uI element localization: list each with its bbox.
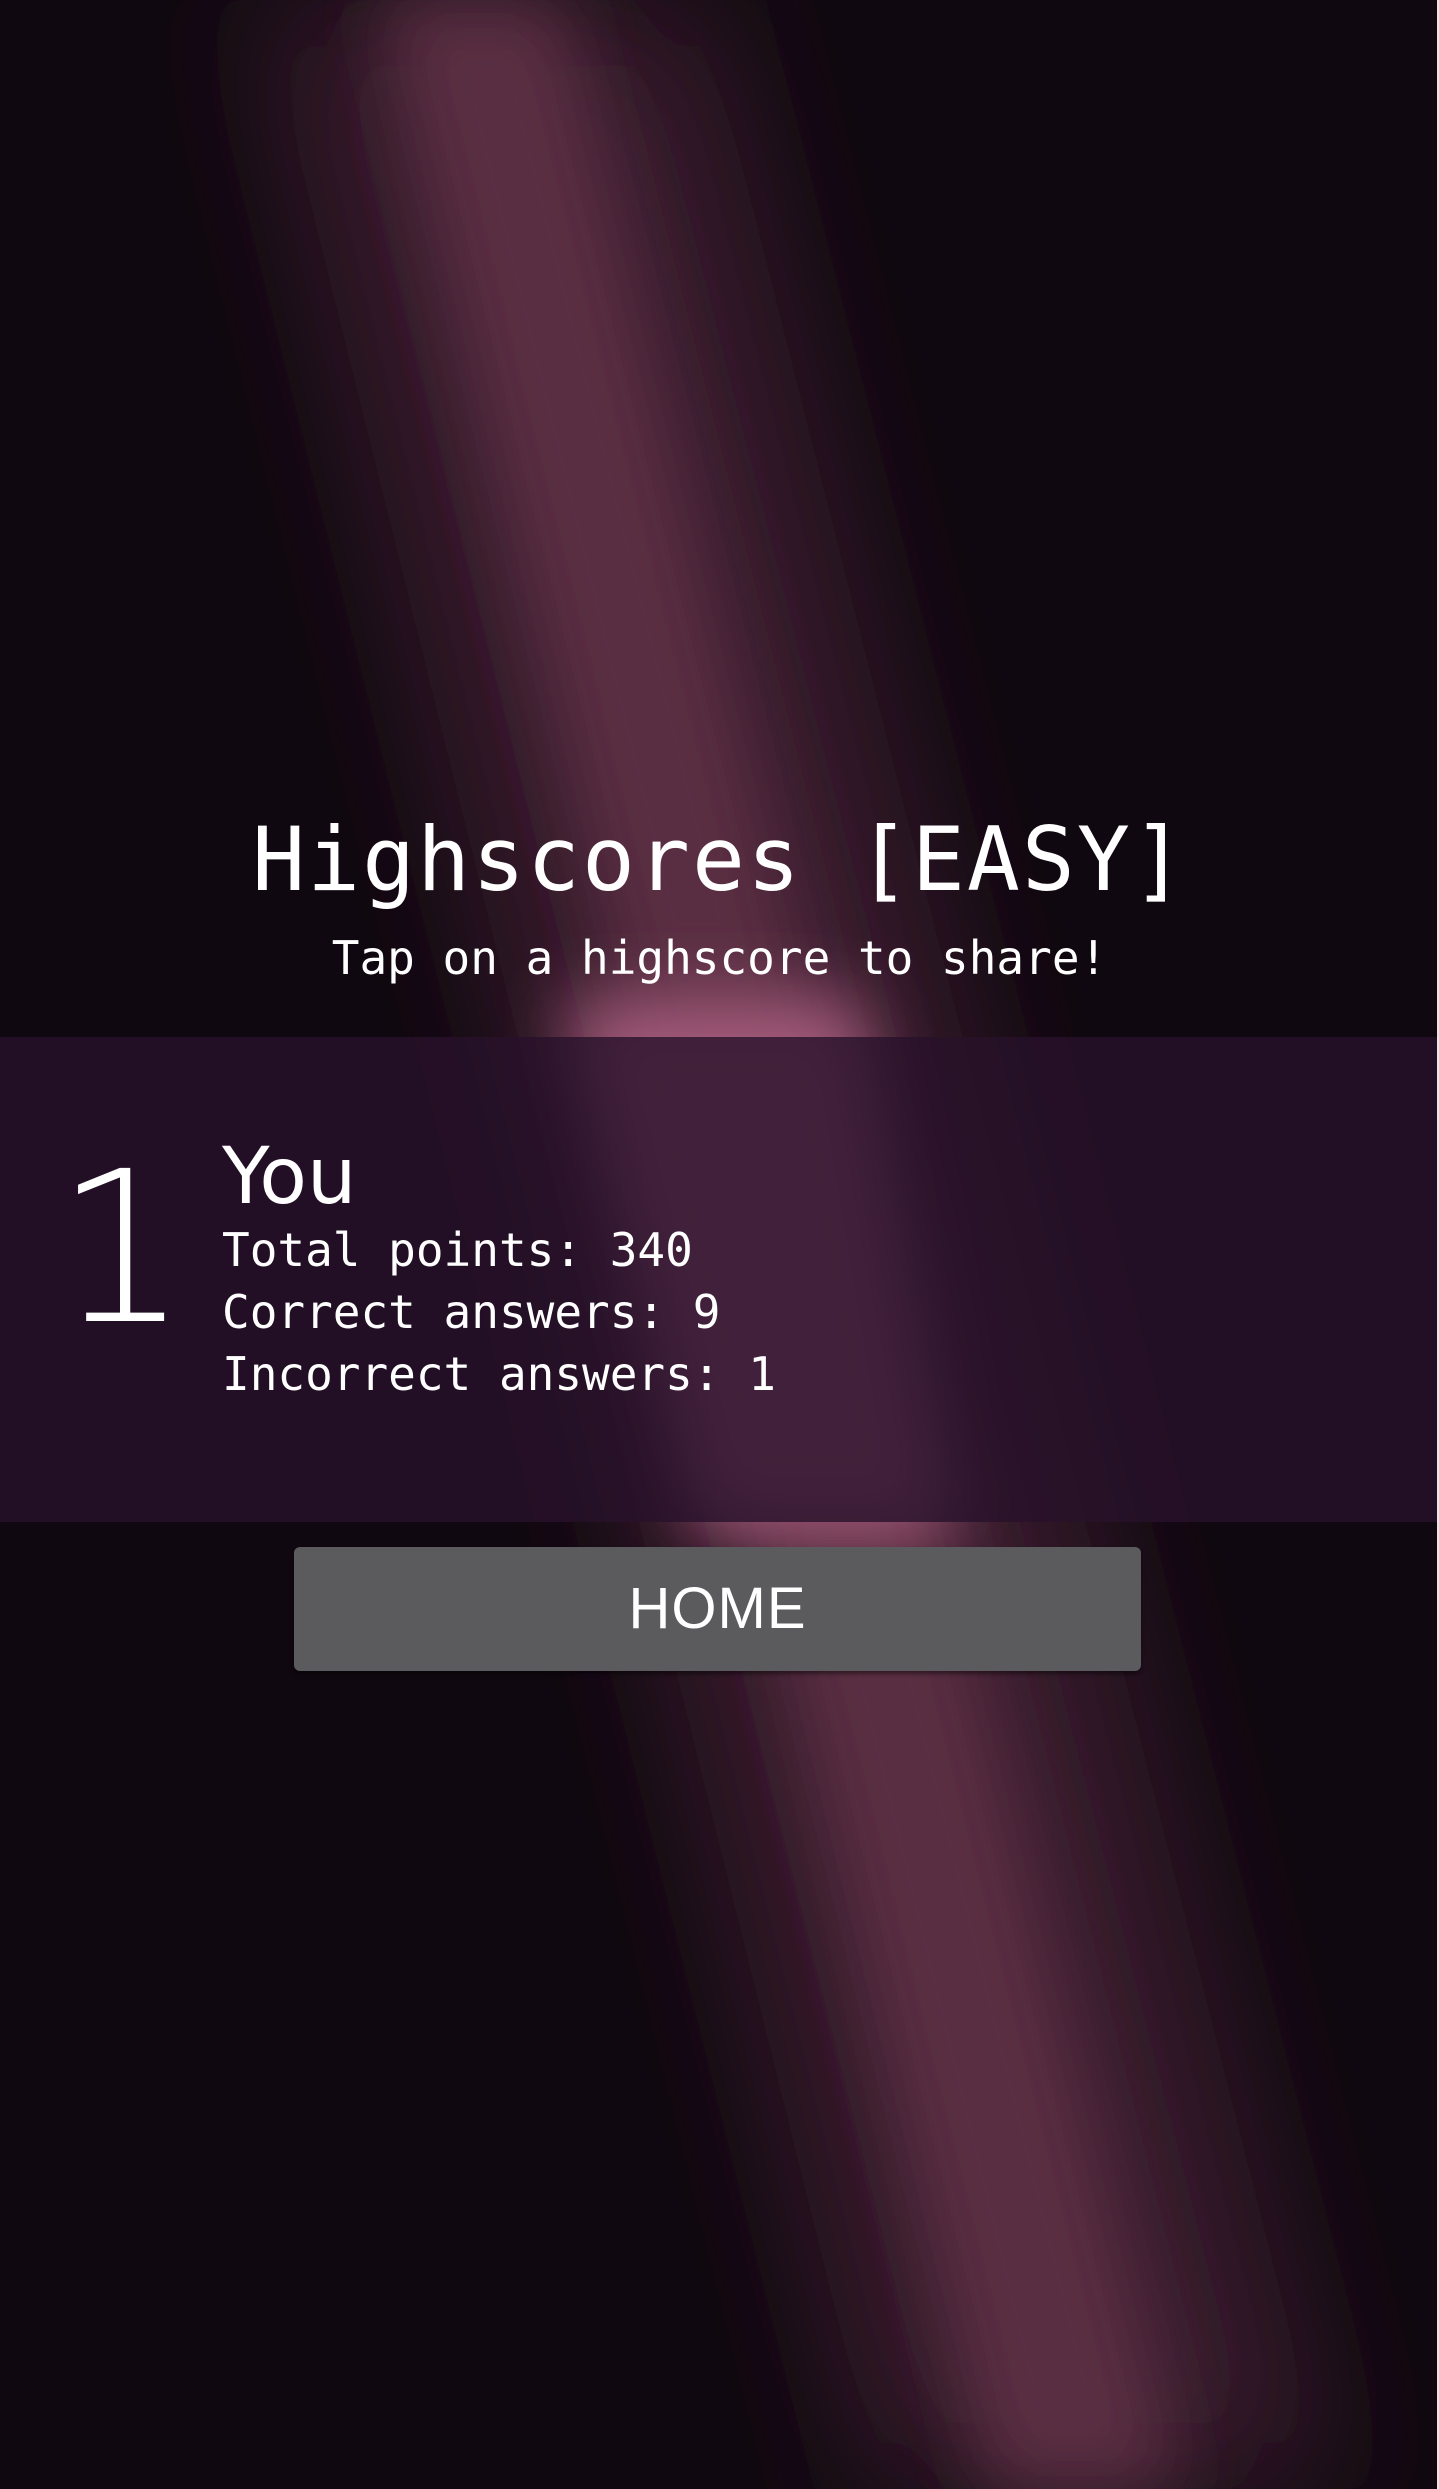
highscore-total-points: Total points: 340	[222, 1223, 693, 1277]
highscore-player-name: You	[222, 1132, 357, 1222]
highscore-rank: 1	[55, 1126, 189, 1371]
highscore-correct-answers: Correct answers: 9	[222, 1285, 721, 1339]
highscore-item[interactable]: 1 You Total points: 340 Correct answers:…	[0, 1037, 1439, 1522]
header: Highscores [EASY] Tap on a highscore to …	[0, 810, 1439, 988]
home-button[interactable]: HOME	[294, 1547, 1141, 1671]
page-title: Highscores [EASY]	[252, 808, 1187, 911]
page-subtitle: Tap on a highscore to share!	[331, 931, 1108, 985]
highscore-list: 1 You Total points: 340 Correct answers:…	[0, 1037, 1439, 1522]
highscore-incorrect-answers: Incorrect answers: 1	[222, 1347, 776, 1401]
